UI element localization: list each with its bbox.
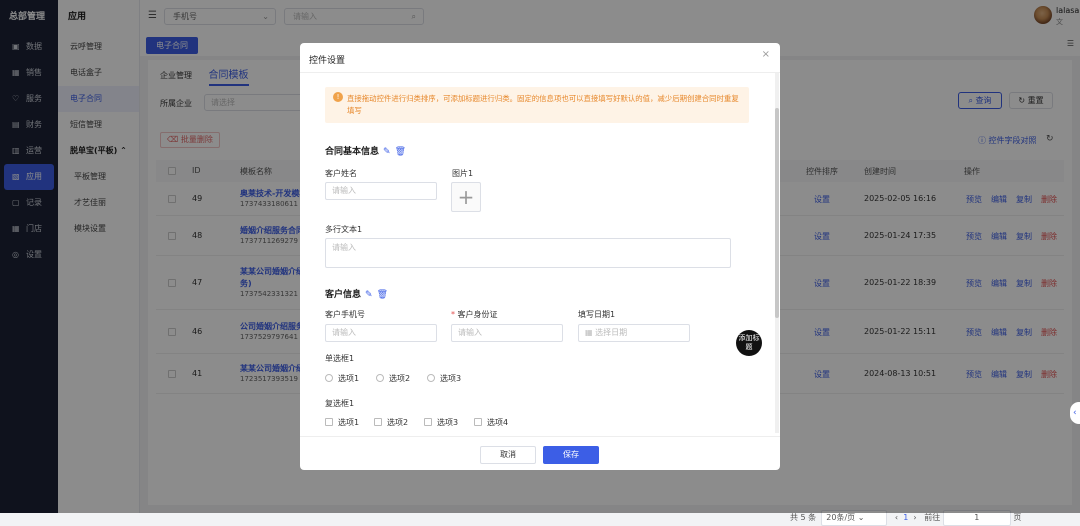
radio-circle <box>325 374 333 382</box>
customer-name-input[interactable]: 请输入 <box>325 182 437 200</box>
checkbox-box <box>325 418 333 426</box>
pager-total: 共 5 条 <box>790 513 817 522</box>
prev-page-icon[interactable]: ‹ <box>895 513 898 522</box>
alert-text: 直接拖动控件进行归类排序，可添加标题进行归类。固定的信息项也可以直接填写好默认的… <box>347 94 739 115</box>
trash-icon[interactable]: 🗑 <box>395 147 406 157</box>
idcard-input[interactable]: 请输入 <box>451 324 563 342</box>
plus-icon: + <box>457 185 475 209</box>
edit-icon[interactable]: ✎ <box>383 147 391 157</box>
radio-option-2[interactable]: 选项2 <box>376 373 410 384</box>
info-alert: ! 直接拖动控件进行归类排序，可添加标题进行归类。固定的信息项也可以直接填写好默… <box>325 87 749 123</box>
next-page-icon[interactable]: › <box>913 513 916 522</box>
phone-input[interactable]: 请输入 <box>325 324 437 342</box>
radio-circle <box>427 374 435 382</box>
checkbox-option-4[interactable]: 选项4 <box>474 417 508 428</box>
calendar-icon: ▦ <box>585 328 593 337</box>
checkbox-option-label: 选项2 <box>387 418 409 427</box>
checkbox-group-label: 复选框1 <box>325 399 355 408</box>
radio-option-3[interactable]: 选项3 <box>427 373 461 384</box>
chevron-left-icon[interactable]: ‹ <box>1070 402 1080 424</box>
cancel-button[interactable]: 取消 <box>480 446 536 464</box>
radio-option-label: 选项2 <box>389 374 411 383</box>
radio-group-label: 单选框1 <box>325 354 355 363</box>
modal-scrollbar[interactable] <box>775 73 779 433</box>
current-page[interactable]: 1 <box>903 513 908 522</box>
phone-label: 客户手机号 <box>325 310 365 319</box>
checkbox-option-1[interactable]: 选项1 <box>325 417 359 428</box>
checkbox-option-label: 选项3 <box>437 418 459 427</box>
close-icon[interactable]: × <box>762 49 770 60</box>
radio-option-1[interactable]: 选项1 <box>325 373 359 384</box>
page-size-value: 20条/页 <box>826 513 856 522</box>
add-title-button[interactable]: 添加标题 <box>736 330 762 356</box>
customer-name-label: 客户姓名 <box>325 169 357 178</box>
save-button[interactable]: 保存 <box>543 446 599 464</box>
checkbox-option-2[interactable]: 选项2 <box>374 417 408 428</box>
image-upload[interactable]: + <box>451 182 481 212</box>
warning-icon: ! <box>333 92 343 102</box>
section-basic-info: 合同基本信息 ✎ 🗑 <box>325 144 406 157</box>
image-label: 图片1 <box>452 169 474 178</box>
checkbox-box <box>474 418 482 426</box>
checkbox-option-label: 选项1 <box>338 418 360 427</box>
section-title: 客户信息 <box>325 290 362 300</box>
idcard-label: * 客户身份证 <box>451 310 498 319</box>
chevron-down-icon: ⌄ <box>857 513 865 522</box>
date-picker[interactable]: ▦ 选择日期 <box>578 324 690 342</box>
checkbox-option-3[interactable]: 选项3 <box>424 417 458 428</box>
modal-footer: 取消 保存 <box>300 436 780 470</box>
checkbox-option-label: 选项4 <box>487 418 509 427</box>
date-placeholder: 选择日期 <box>595 328 628 337</box>
radio-option-label: 选项1 <box>338 374 360 383</box>
multiline-textarea[interactable]: 请输入 <box>325 238 731 268</box>
multiline-label: 多行文本1 <box>325 225 363 234</box>
modal-title: 控件设置 <box>309 56 346 66</box>
page-unit: 页 <box>1013 513 1022 522</box>
edit-icon[interactable]: ✎ <box>365 290 373 300</box>
section-customer-info: 客户信息 ✎ 🗑 <box>325 287 388 300</box>
trash-icon[interactable]: 🗑 <box>377 290 388 300</box>
date-label: 填写日期1 <box>578 310 616 319</box>
control-settings-modal: 控件设置 × ! 直接拖动控件进行归类排序，可添加标题进行归类。固定的信息项也可… <box>300 43 780 470</box>
radio-circle <box>376 374 384 382</box>
modal-header: 控件设置 × <box>300 43 780 73</box>
idcard-label-text: 客户身份证 <box>457 310 498 319</box>
goto-label: 前往 <box>924 513 941 522</box>
checkbox-box <box>374 418 382 426</box>
scrollbar-thumb[interactable] <box>775 108 779 318</box>
checkbox-box <box>424 418 432 426</box>
radio-option-label: 选项3 <box>440 374 462 383</box>
section-title: 合同基本信息 <box>325 147 380 157</box>
